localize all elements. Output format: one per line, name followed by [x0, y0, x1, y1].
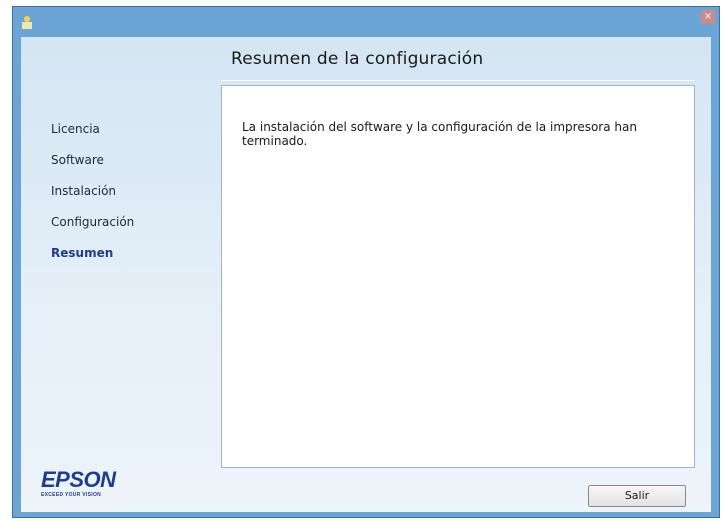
epson-logo: EPSON EXCEED YOUR VISION — [41, 467, 116, 499]
step-navigation: Licencia Software Instalación Configurac… — [51, 122, 134, 277]
nav-item-resumen: Resumen — [51, 246, 114, 260]
nav-item-software: Software — [51, 153, 104, 167]
nav-item-licencia: Licencia — [51, 122, 100, 136]
page-title: Resumen de la configuración — [231, 49, 484, 69]
installer-window: × Resumen de la configuración Licencia S… — [12, 6, 720, 518]
logo-wordmark: EPSON — [41, 467, 116, 492]
close-icon: × — [703, 11, 713, 22]
logo-tagline: EXCEED YOUR VISION — [41, 492, 102, 498]
installer-icon — [22, 16, 32, 29]
summary-message: La instalación del software y la configu… — [242, 120, 637, 148]
nav-item-instalacion: Instalación — [51, 184, 117, 198]
content-panel: La instalación del software y la configu… — [221, 85, 695, 468]
nav-item-configuracion: Configuración — [51, 215, 135, 229]
close-button[interactable]: × — [701, 10, 715, 24]
title-bar[interactable]: × — [13, 7, 719, 37]
title-divider — [221, 80, 695, 81]
exit-button[interactable]: Salir — [588, 485, 686, 507]
client-area: Resumen de la configuración Licencia Sof… — [21, 37, 711, 512]
